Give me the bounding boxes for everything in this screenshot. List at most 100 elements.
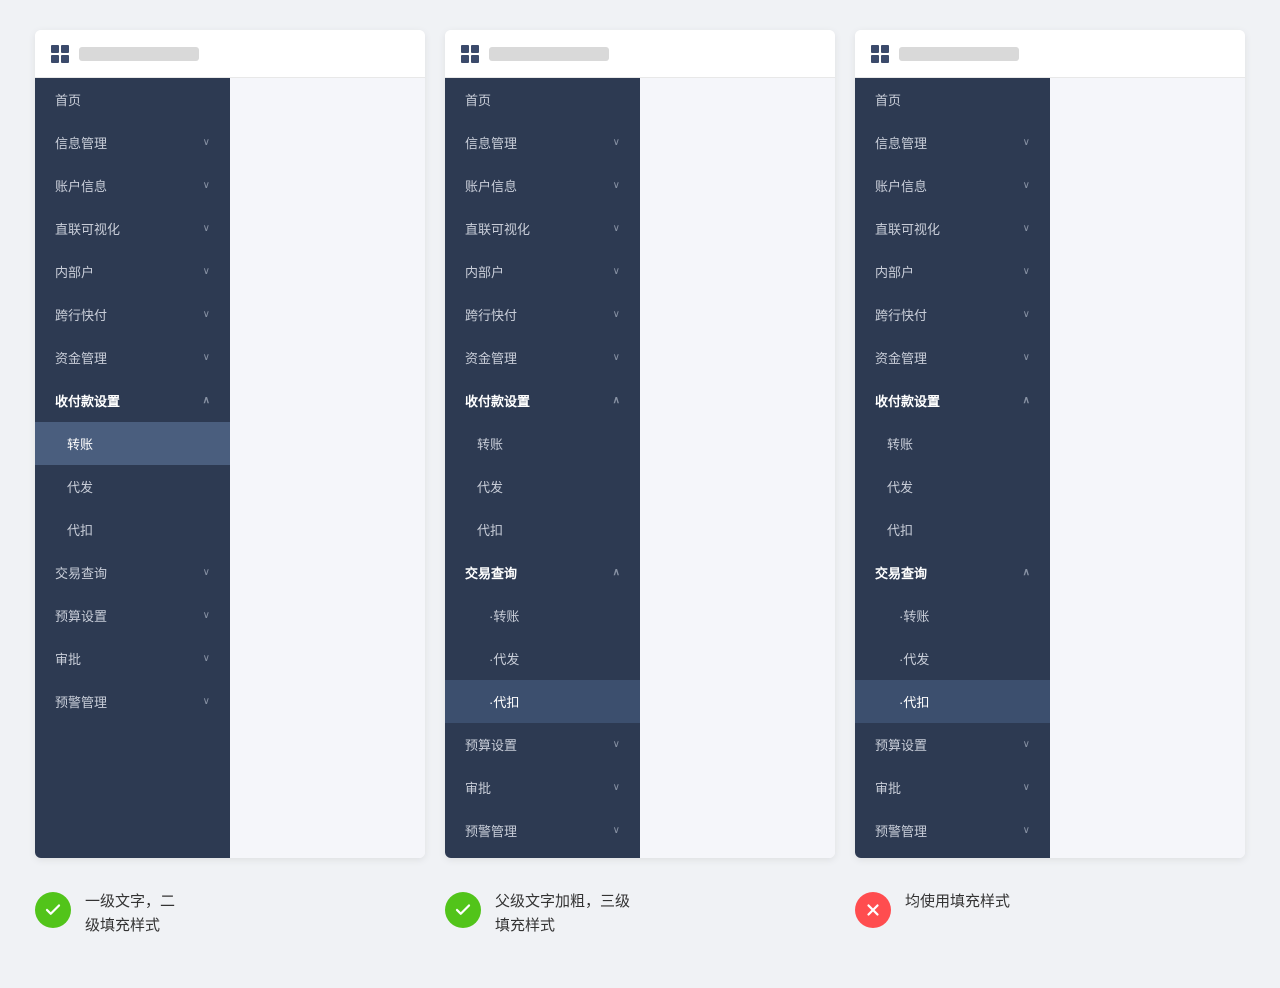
sidebar-item-label: 账户信息	[55, 176, 107, 195]
sidebar-item-label: 直联可视化	[55, 219, 120, 238]
check-icon	[35, 892, 71, 928]
description-item-1: 一级文字，二 级填充样式	[35, 890, 425, 938]
sidebar-item-2-12[interactable]: ·转账	[445, 594, 640, 637]
sidebar-item-label: 预警管理	[465, 821, 517, 840]
sidebar-item-3-2[interactable]: 账户信息∨	[855, 164, 1050, 207]
sidebar-item-1-2[interactable]: 账户信息 ∨	[35, 164, 230, 207]
sidebar-item-2-3[interactable]: 直联可视化∨	[445, 207, 640, 250]
sidebar-item-3-12[interactable]: ·转账	[855, 594, 1050, 637]
sidebar-item-2-5[interactable]: 跨行快付∨	[445, 293, 640, 336]
chevron-down-icon: ∨	[203, 696, 210, 707]
sidebar-item-label: 收付款设置	[465, 391, 530, 410]
sidebar-item-2-14[interactable]: ·代扣	[445, 680, 640, 723]
sidebar-item-2-2[interactable]: 账户信息∨	[445, 164, 640, 207]
sidebar-item-label: 信息管理	[55, 133, 107, 152]
sidebar-item-2-16[interactable]: 审批∨	[445, 766, 640, 809]
sidebar-item-label: 跨行快付	[465, 305, 517, 324]
sidebar-item-label: 审批	[465, 778, 491, 797]
sidebar-item-3-7[interactable]: 收付款设置∧	[855, 379, 1050, 422]
sidebar-item-label: 代扣	[477, 520, 503, 539]
sidebar-item-label: 转账	[477, 434, 503, 453]
panel-body-1: 首页信息管理∨账户信息∨直联可视化∨内部户∨跨行快付∨资金管理∨收付款设置∧转账…	[35, 78, 425, 858]
sidebar-item-1-0[interactable]: 首页	[35, 78, 230, 121]
chevron-down-icon: ∨	[203, 653, 210, 664]
sidebar-item-2-0[interactable]: 首页	[445, 78, 640, 121]
chevron-up-icon: ∧	[1023, 567, 1030, 578]
sidebar-item-1-6[interactable]: 资金管理∨	[35, 336, 230, 379]
sidebar-item-label: 代发	[477, 477, 503, 496]
sidebar-item-3-14[interactable]: ·代扣	[855, 680, 1050, 723]
sidebar-item-2-13[interactable]: ·代发	[445, 637, 640, 680]
sidebar-item-label: 信息管理	[875, 133, 927, 152]
sidebar-item-label: 转账	[887, 434, 913, 453]
sidebar-item-3-10[interactable]: 代扣	[855, 508, 1050, 551]
sidebar-item-1-3[interactable]: 直联可视化∨	[35, 207, 230, 250]
sidebar-item-label: ·代扣	[899, 692, 929, 711]
sidebar-item-1-12[interactable]: 预算设置 ∨	[35, 594, 230, 637]
panel-3: 首页信息管理∨账户信息∨直联可视化∨内部户∨跨行快付∨资金管理∨收付款设置∧转账…	[855, 30, 1245, 858]
sidebar-item-label: 信息管理	[465, 133, 517, 152]
sidebar-item-3-9[interactable]: 代发	[855, 465, 1050, 508]
sidebar-item-1-11[interactable]: 交易查询 ∨	[35, 551, 230, 594]
sidebar-item-3-15[interactable]: 预算设置 ∨	[855, 723, 1050, 766]
sidebar-1: 首页信息管理∨账户信息∨直联可视化∨内部户∨跨行快付∨资金管理∨收付款设置∧转账…	[35, 78, 230, 858]
sidebar-item-3-13[interactable]: ·代发	[855, 637, 1050, 680]
sidebar-item-3-4[interactable]: 内部户∨	[855, 250, 1050, 293]
sidebar-item-1-4[interactable]: 内部户∨	[35, 250, 230, 293]
sidebar-item-2-4[interactable]: 内部户∨	[445, 250, 640, 293]
sidebar-item-2-7[interactable]: 收付款设置∧	[445, 379, 640, 422]
sidebar-item-3-5[interactable]: 跨行快付∨	[855, 293, 1050, 336]
sidebar-item-label: 首页	[465, 90, 491, 109]
sidebar-item-1-8[interactable]: 转账	[35, 422, 230, 465]
sidebar-item-label: 预算设置	[55, 606, 107, 625]
sidebar-item-label: 交易查询	[55, 563, 107, 582]
panel-2: 首页信息管理∨账户信息∨直联可视化∨内部户∨跨行快付∨资金管理∨收付款设置∧转账…	[445, 30, 835, 858]
grid-icon	[871, 45, 889, 63]
sidebar-item-2-17[interactable]: 预警管理∨	[445, 809, 640, 852]
sidebar-item-2-15[interactable]: 预算设置∨	[445, 723, 640, 766]
sidebar-item-label: 预算设置	[875, 735, 927, 754]
sidebar-item-3-3[interactable]: 直联可视化∨	[855, 207, 1050, 250]
sidebar-item-2-10[interactable]: 代扣	[445, 508, 640, 551]
sidebar-item-3-16[interactable]: 审批∨	[855, 766, 1050, 809]
sidebar-item-1-10[interactable]: 代扣	[35, 508, 230, 551]
sidebar-item-3-8[interactable]: 转账	[855, 422, 1050, 465]
sidebar-item-2-11[interactable]: 交易查询∧	[445, 551, 640, 594]
chevron-down-icon: ∨	[1023, 739, 1030, 750]
sidebar-item-label: 收付款设置	[875, 391, 940, 410]
chevron-down-icon: ∨	[613, 137, 620, 148]
sidebar-item-label: 代发	[67, 477, 93, 496]
sidebar-item-2-1[interactable]: 信息管理 ∨	[445, 121, 640, 164]
sidebar-item-1-7[interactable]: 收付款设置∧	[35, 379, 230, 422]
sidebar-item-1-5[interactable]: 跨行快付∨	[35, 293, 230, 336]
chevron-down-icon: ∨	[203, 610, 210, 621]
check-icon	[445, 892, 481, 928]
sidebar-item-3-1[interactable]: 信息管理∨	[855, 121, 1050, 164]
sidebar-item-3-17[interactable]: 预警管理 ∨	[855, 809, 1050, 852]
sidebar-item-1-13[interactable]: 审批∨	[35, 637, 230, 680]
sidebar-item-1-1[interactable]: 信息管理∨	[35, 121, 230, 164]
sidebar-item-2-9[interactable]: 代发	[445, 465, 640, 508]
panels-row: 首页信息管理∨账户信息∨直联可视化∨内部户∨跨行快付∨资金管理∨收付款设置∧转账…	[20, 30, 1260, 858]
sidebar-item-2-6[interactable]: 资金管理∨	[445, 336, 640, 379]
sidebar-item-3-6[interactable]: 资金管理∨	[855, 336, 1050, 379]
chevron-down-icon: ∨	[203, 567, 210, 578]
sidebar-item-label: 交易查询	[875, 563, 927, 582]
topbar-line	[79, 47, 199, 61]
sidebar-item-3-0[interactable]: 首页	[855, 78, 1050, 121]
sidebar-item-label: 收付款设置	[55, 391, 120, 410]
sidebar-item-1-9[interactable]: 代发	[35, 465, 230, 508]
sidebar-item-label: 内部户	[465, 262, 504, 281]
sidebar-item-label: 审批	[875, 778, 901, 797]
sidebar-3: 首页信息管理∨账户信息∨直联可视化∨内部户∨跨行快付∨资金管理∨收付款设置∧转账…	[855, 78, 1050, 858]
sidebar-item-label: 首页	[55, 90, 81, 109]
sidebar-item-3-11[interactable]: 交易查询 ∧	[855, 551, 1050, 594]
chevron-down-icon: ∨	[1023, 825, 1030, 836]
chevron-down-icon: ∨	[613, 180, 620, 191]
sidebar-item-2-8[interactable]: 转账	[445, 422, 640, 465]
sidebar-item-label: 预警管理	[875, 821, 927, 840]
sidebar-item-1-14[interactable]: 预警管理∨	[35, 680, 230, 723]
panel-content-2	[640, 78, 835, 858]
chevron-down-icon: ∨	[203, 180, 210, 191]
chevron-down-icon: ∨	[1023, 180, 1030, 191]
